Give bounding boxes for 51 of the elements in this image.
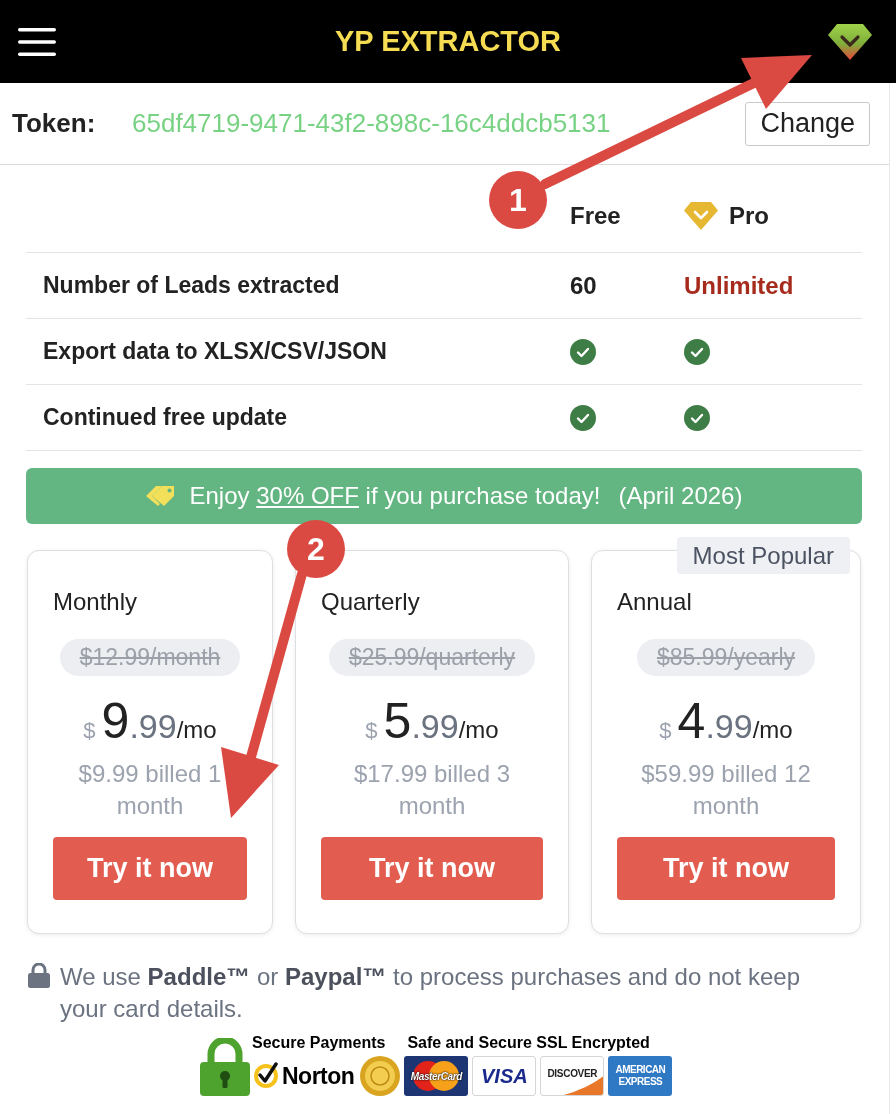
table-cell-text: 60 (570, 270, 597, 301)
app-title: YP EXTRACTOR (334, 27, 562, 56)
badge-caption: Safe and Secure SSL Encrypted (407, 1033, 651, 1053)
check-icon (570, 338, 596, 365)
promo-text: Enjoy 30% OFF if you purchase today! (189, 481, 601, 511)
payment-logo: AMERICAN EXPRESS (608, 1056, 673, 1096)
plan-name: Annual (617, 587, 693, 617)
check-icon (684, 404, 710, 431)
padlock-icon (200, 1038, 250, 1096)
feature-name: Export data to XLSX/CSV/JSON (42, 337, 388, 367)
table-cell-text: Unlimited (684, 270, 794, 301)
checkmark-icon (252, 1062, 280, 1090)
token-value: 65df4719-9471-43f2-898c-16c4ddcb5131 (132, 107, 611, 140)
popular-badge: Most Popular (676, 537, 850, 574)
plan-name: Quarterly (321, 587, 421, 617)
plan-name: Monthly (53, 587, 139, 617)
security-note: We use Paddle™ or Paypal™ to process purchases and do not keep your card details. (60, 962, 801, 1024)
step-number: 2 (287, 520, 345, 578)
lock-icon (28, 963, 50, 988)
try-button[interactable]: Try it now (53, 837, 247, 900)
original-price: $25.99/quarterly (328, 639, 536, 676)
billing-note: $59.99 billed 12 month (640, 759, 812, 821)
column-header: Free (570, 201, 621, 231)
check-icon (570, 404, 596, 431)
try-button[interactable]: Try it now (321, 837, 543, 900)
payment-logo: DISCOVER (540, 1056, 605, 1096)
original-price: $85.99/yearly (636, 639, 816, 676)
menu-icon[interactable] (18, 27, 56, 56)
gem-icon[interactable] (828, 23, 872, 60)
price: $5.99/mo (365, 696, 499, 746)
price: $4.99/mo (659, 696, 793, 746)
price: $9.99/mo (83, 696, 217, 746)
discount-link[interactable]: 30% OFF (256, 482, 359, 509)
norton-label: Norton (282, 1061, 355, 1091)
change-button[interactable]: Change (745, 101, 870, 146)
badge-caption: Secure Payments (252, 1033, 387, 1053)
check-icon (684, 338, 710, 365)
billing-note: $17.99 billed 3 month (352, 759, 512, 821)
column-header: Pro (729, 201, 769, 231)
payment-logo: VISA (472, 1056, 537, 1096)
original-price: $12.99/month (59, 639, 241, 676)
step-number: 1 (489, 171, 547, 229)
billing-note: $9.99 billed 1 month (77, 759, 223, 821)
promo-date: (April 2026) (618, 481, 743, 511)
seal-icon (360, 1056, 401, 1096)
gem-icon (684, 202, 718, 230)
try-button[interactable]: Try it now (617, 837, 835, 900)
feature-name: Continued free update (42, 403, 289, 433)
tag-icon (145, 484, 176, 508)
feature-name: Number of Leads extracted (42, 271, 341, 301)
token-label: Token: (12, 107, 97, 140)
